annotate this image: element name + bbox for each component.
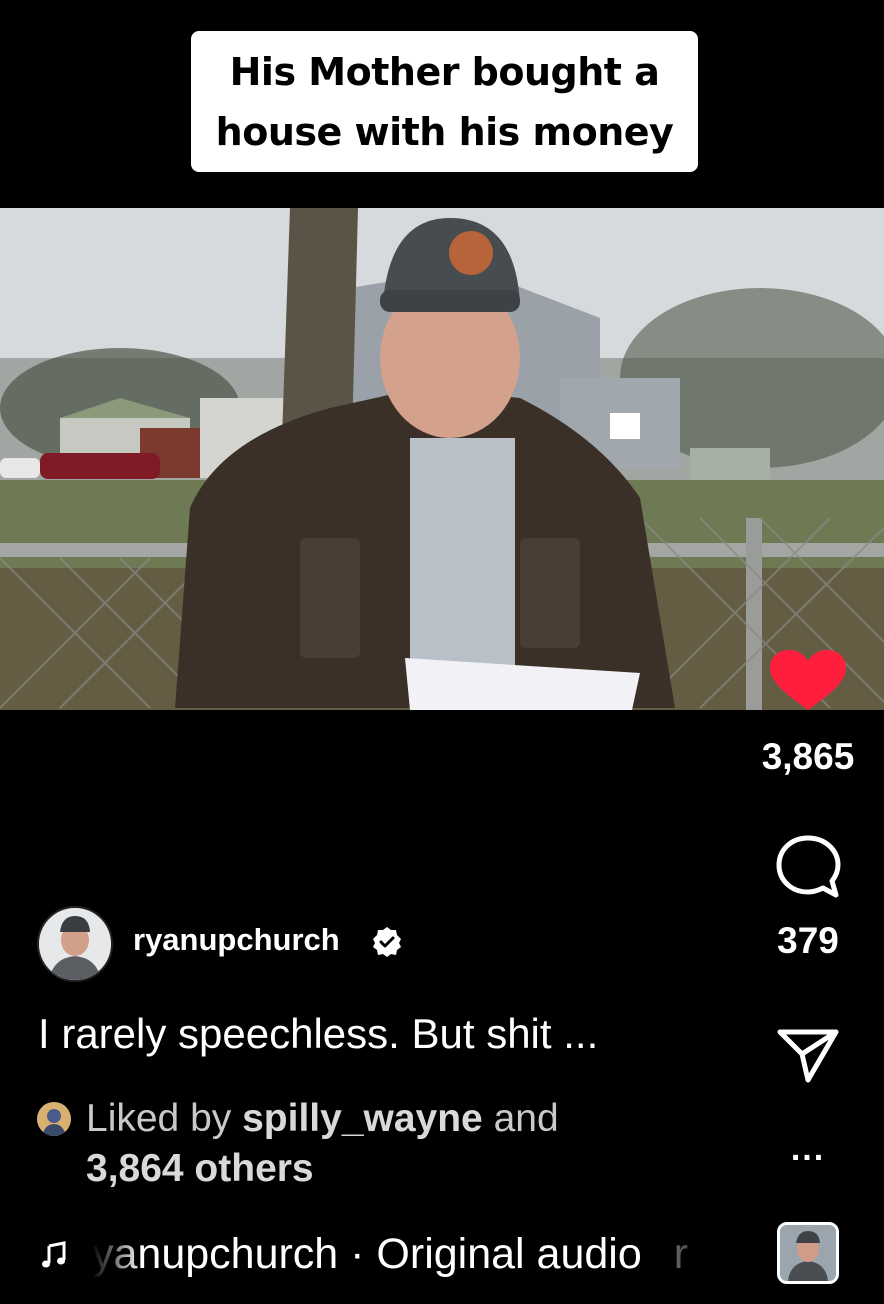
audio-fade-right: [660, 1230, 720, 1286]
liked-by-avatar: [37, 1102, 71, 1136]
avatar[interactable]: [37, 906, 113, 982]
music-note-icon: [42, 1241, 66, 1268]
liked-by-user[interactable]: spilly_wayne: [242, 1097, 483, 1140]
more-dots-icon[interactable]: ...: [774, 1132, 842, 1170]
like-count: 3,865: [761, 736, 855, 777]
audio-thumbnail[interactable]: [777, 1222, 839, 1284]
video-frame-image: [0, 208, 884, 710]
caption-line-1: His Mother bought a: [229, 49, 660, 94]
caption-line-2: house with his money: [215, 109, 674, 154]
audio-thumbnail-image: [780, 1225, 836, 1281]
username[interactable]: ryanupchurch: [133, 922, 340, 958]
comment-bubble-icon[interactable]: [772, 832, 844, 902]
avatar-image: [39, 908, 111, 980]
video-caption-overlay: His Mother bought a house with his money: [191, 31, 698, 172]
post-description[interactable]: I rarely speechless. But shit ...: [38, 1010, 598, 1058]
audio-label: yanupchurch · Original audio r: [92, 1230, 688, 1279]
liked-by-avatar-image: [37, 1102, 71, 1136]
liked-by-others[interactable]: 3,864 others: [86, 1147, 314, 1190]
liked-by-text[interactable]: Liked by spilly_wayne and 3,864 others: [86, 1094, 646, 1194]
comment-count: 379: [777, 920, 839, 961]
heart-icon[interactable]: [766, 648, 850, 714]
audio-row[interactable]: yanupchurch · Original audio r: [40, 1230, 720, 1286]
verified-badge-icon: [373, 927, 401, 957]
audio-fade-left: [92, 1230, 142, 1286]
audio-title: yanupchurch · Original audio: [92, 1230, 642, 1278]
liked-by-and: and: [493, 1097, 559, 1140]
video-player[interactable]: [0, 208, 884, 710]
paper-plane-icon[interactable]: [774, 1022, 842, 1086]
liked-by-prefix: Liked by: [86, 1097, 232, 1140]
